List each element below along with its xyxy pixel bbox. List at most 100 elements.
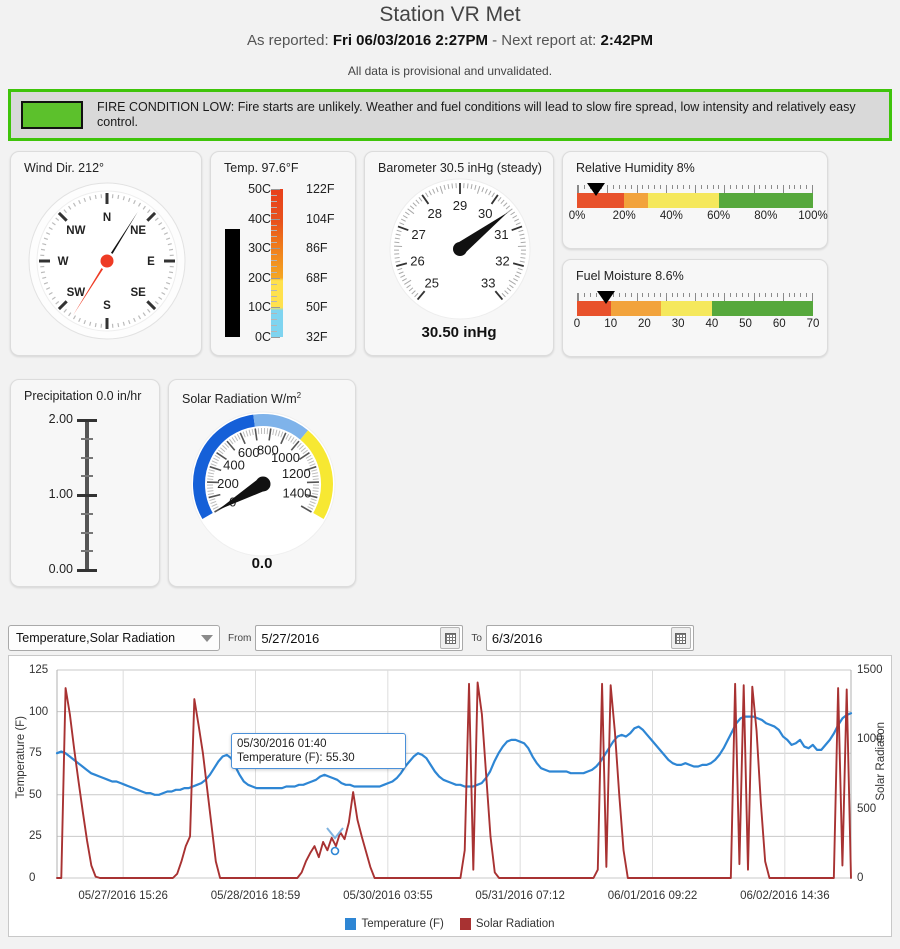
chart-legend: Temperature (F) Solar Radiation bbox=[9, 918, 891, 930]
fuel-moisture-axis-labels: 0 10 20 30 40 50 60 70 bbox=[574, 318, 820, 334]
tick bbox=[659, 185, 661, 189]
solar-radiation-title: Solar Radiation W/m2 bbox=[169, 380, 355, 406]
calendar-icon[interactable] bbox=[440, 627, 461, 649]
legend-swatch bbox=[459, 918, 471, 930]
thermometer-fahrenheit-label: 68F bbox=[306, 270, 328, 285]
axis-label: 100% bbox=[798, 210, 828, 222]
tick bbox=[677, 293, 679, 297]
precipitation-tick bbox=[77, 569, 97, 572]
svg-text:1200: 1200 bbox=[282, 466, 311, 481]
tick bbox=[730, 293, 732, 297]
tick bbox=[735, 293, 737, 297]
bar-segment bbox=[624, 193, 648, 208]
to-label: To bbox=[471, 632, 482, 644]
from-label: From bbox=[228, 632, 252, 644]
svg-text:S: S bbox=[103, 300, 111, 312]
legend-item-solar[interactable]: Solar Radiation bbox=[459, 918, 555, 930]
timeseries-chart[interactable]: Temperature (F) Solar Radiation 0 25 50 75 1… bbox=[8, 655, 892, 937]
from-date-value: 5/27/2016 bbox=[261, 630, 320, 646]
tick bbox=[724, 185, 726, 193]
legend-swatch bbox=[345, 918, 357, 930]
svg-text:200: 200 bbox=[217, 476, 239, 491]
tick bbox=[648, 185, 650, 189]
svg-text:28: 28 bbox=[428, 206, 442, 221]
svg-text:N: N bbox=[103, 212, 111, 224]
axis-label: 30 bbox=[671, 318, 685, 330]
tick bbox=[677, 185, 679, 189]
calendar-icon[interactable] bbox=[670, 627, 691, 649]
tick bbox=[671, 293, 673, 297]
tick bbox=[636, 293, 638, 301]
time-separator: - bbox=[487, 32, 502, 49]
tick bbox=[642, 293, 644, 297]
thermometer-gradient bbox=[271, 189, 283, 337]
bar-segment bbox=[610, 301, 662, 316]
tick bbox=[613, 185, 615, 189]
compass-gauge: N NE E SE S SW W NW bbox=[28, 182, 186, 340]
svg-text:26: 26 bbox=[410, 253, 424, 268]
tick bbox=[589, 293, 591, 297]
axis-label: 70 bbox=[806, 318, 820, 330]
axis-label: 20 bbox=[638, 318, 651, 330]
as-reported-value: Fri 06/03/2016 2:27PM bbox=[332, 32, 488, 49]
precipitation-tick bbox=[81, 475, 93, 478]
axis-label: 60% bbox=[707, 210, 731, 222]
tick bbox=[741, 293, 743, 297]
axis-label: 80% bbox=[754, 210, 778, 222]
tick bbox=[578, 185, 579, 193]
tick bbox=[771, 185, 773, 189]
to-date-value: 6/3/2016 bbox=[491, 630, 543, 646]
bar-segment bbox=[711, 301, 813, 316]
tick bbox=[607, 185, 609, 193]
tick bbox=[800, 293, 802, 297]
page-title: Station VR Met bbox=[379, 3, 521, 26]
page-header: Station VR Met As reported: Fri 06/03/20… bbox=[0, 0, 900, 79]
tick bbox=[636, 185, 638, 193]
thermometer-celsius-label: 20C bbox=[248, 270, 271, 285]
solar-gauge: 0200400600800100012001400 bbox=[190, 411, 336, 557]
series-select[interactable]: Temperature,Solar Radiation bbox=[8, 625, 220, 651]
axis-label: 10 bbox=[604, 318, 618, 330]
svg-text:NE: NE bbox=[130, 225, 146, 237]
tick bbox=[765, 185, 767, 189]
tick bbox=[578, 293, 579, 301]
tick bbox=[700, 185, 702, 189]
humidity-axis-labels: 0% 20% 40% 60% 80% 100% bbox=[569, 210, 828, 226]
barometer-gauge: 2526 2728 29 3031 3233 bbox=[389, 178, 531, 320]
from-date-field[interactable]: 5/27/2016 bbox=[255, 625, 464, 651]
tick bbox=[654, 185, 656, 189]
tick bbox=[654, 293, 656, 297]
tooltip-timestamp: 05/30/2016 01:40 bbox=[237, 738, 327, 750]
svg-text:SW: SW bbox=[67, 287, 86, 299]
fire-condition-swatch bbox=[21, 101, 83, 129]
tick bbox=[759, 185, 761, 189]
chart-plot-area[interactable] bbox=[9, 656, 893, 938]
tick bbox=[583, 293, 585, 297]
humidity-bar-gauge: 0% 20% 40% 60% 80% 100% bbox=[563, 175, 828, 226]
tick bbox=[648, 293, 650, 297]
thermometer-fahrenheit-label: 122F bbox=[306, 182, 335, 196]
thermometer-celsius-label: 0C bbox=[255, 330, 271, 344]
next-report-label: Next report at: bbox=[501, 32, 597, 49]
tick bbox=[812, 293, 813, 301]
tick bbox=[683, 185, 685, 189]
thermometer-fahrenheit-label: 86F bbox=[306, 241, 328, 256]
precipitation-tick bbox=[77, 494, 97, 497]
legend-item-temperature[interactable]: Temperature (F) bbox=[345, 918, 444, 930]
bar-segment bbox=[718, 193, 813, 208]
tooltip-reading: Temperature (F): 55.30 bbox=[237, 752, 355, 764]
wind-direction-title: Wind Dir. 212° bbox=[24, 161, 105, 175]
tick bbox=[683, 293, 685, 297]
tick bbox=[712, 293, 714, 297]
barometer-title: Barometer 30.5 inHg (steady) bbox=[378, 161, 542, 175]
precipitation-widget: Precipitation 0.0 in/hr 2.00 1.00 0.00 bbox=[10, 379, 160, 587]
tick bbox=[659, 293, 661, 297]
tick bbox=[700, 293, 702, 297]
tick bbox=[724, 293, 726, 301]
temperature-title: Temp. 97.6°F bbox=[224, 161, 299, 175]
next-report-value: 2:42PM bbox=[600, 32, 654, 49]
fuel-moisture-bar-gauge: 0 10 20 30 40 50 60 70 bbox=[563, 283, 827, 334]
provisional-note: All data is provisional and unvalidated. bbox=[347, 64, 553, 78]
to-date-field[interactable]: 6/3/2016 bbox=[485, 625, 694, 651]
tick bbox=[776, 293, 778, 297]
